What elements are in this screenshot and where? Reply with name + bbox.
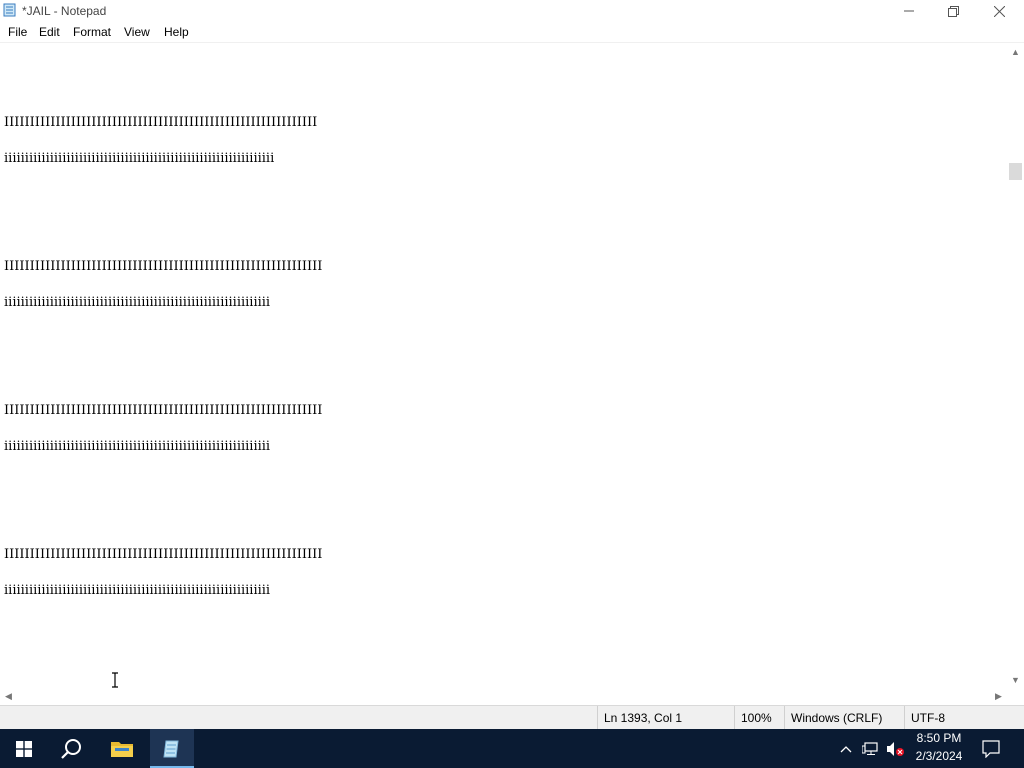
minimize-button[interactable] (886, 0, 932, 22)
title-bar: *JAIL - Notepad (0, 0, 1024, 22)
menu-help[interactable]: Help (164, 25, 189, 39)
volume-muted-icon (887, 741, 904, 756)
windows-start-icon (16, 740, 32, 757)
vertical-scrollbar[interactable]: ▲ ▼ (1007, 43, 1024, 689)
scroll-down-icon[interactable]: ▼ (1007, 673, 1024, 687)
scroll-right-icon[interactable]: ▶ (990, 689, 1007, 703)
volume-button[interactable] (884, 729, 906, 768)
text-editor[interactable]: IIIIIIIIIIIIIIIIIIIIIIIIIIIIIIIIIIIIIIII… (0, 43, 1007, 689)
chevron-up-icon (840, 745, 852, 752)
status-encoding: UTF-8 (904, 706, 1021, 730)
editor-line: iiiiiiiiiiiiiiiiiiiiiiiiiiiiiiiiiiiiiiii… (4, 583, 271, 598)
status-zoom: 100% (734, 706, 785, 730)
start-button[interactable] (0, 729, 48, 768)
notepad-app-icon[interactable] (3, 3, 17, 17)
taskbar: 8:50 PM 2/3/2024 (0, 729, 1024, 768)
close-icon (993, 5, 1005, 17)
action-center-button[interactable] (976, 729, 1006, 768)
scroll-left-icon[interactable]: ◀ (0, 689, 17, 703)
text-cursor-icon (112, 672, 118, 688)
notepad-taskbar-button[interactable] (150, 729, 194, 768)
minimize-icon (904, 10, 914, 12)
menu-file[interactable]: File (8, 25, 27, 39)
network-icon (862, 741, 878, 755)
clock-date[interactable]: 2/3/2024 (910, 749, 968, 763)
vertical-scroll-thumb[interactable] (1009, 163, 1022, 180)
scrollbar-corner (1007, 689, 1024, 704)
editor-line: iiiiiiiiiiiiiiiiiiiiiiiiiiiiiiiiiiiiiiii… (4, 439, 271, 454)
clock-time[interactable]: 8:50 PM (910, 731, 968, 745)
notepad-icon (163, 740, 179, 757)
window-title: *JAIL - Notepad (22, 4, 107, 18)
menu-view[interactable]: View (124, 25, 150, 39)
menu-edit[interactable]: Edit (39, 25, 60, 39)
menu-bar: File Edit Format View Help (0, 22, 1024, 43)
restore-icon (947, 5, 959, 17)
file-explorer-icon (111, 741, 133, 757)
search-button[interactable] (48, 729, 96, 768)
search-icon (61, 738, 81, 759)
close-button[interactable] (976, 0, 1022, 22)
editor-line: IIIIIIIIIIIIIIIIIIIIIIIIIIIIIIIIIIIIIIII… (4, 547, 323, 562)
status-line-ending: Windows (CRLF) (784, 706, 901, 730)
editor-line: IIIIIIIIIIIIIIIIIIIIIIIIIIIIIIIIIIIIIIII… (4, 115, 318, 130)
network-button[interactable] (860, 729, 882, 768)
scroll-up-icon[interactable]: ▲ (1007, 45, 1024, 59)
editor-line: IIIIIIIIIIIIIIIIIIIIIIIIIIIIIIIIIIIIIIII… (4, 259, 323, 274)
menu-format[interactable]: Format (73, 25, 111, 39)
file-explorer-button[interactable] (98, 729, 146, 768)
restore-button[interactable] (930, 0, 976, 22)
horizontal-scrollbar[interactable]: ◀ ▶ (0, 689, 1007, 704)
status-bar: Ln 1393, Col 1 100% Windows (CRLF) UTF-8 (0, 705, 1024, 730)
notification-icon (982, 739, 1000, 758)
editor-line: iiiiiiiiiiiiiiiiiiiiiiiiiiiiiiiiiiiiiiii… (4, 151, 275, 166)
editor-line: iiiiiiiiiiiiiiiiiiiiiiiiiiiiiiiiiiiiiiii… (4, 295, 271, 310)
editor-line: IIIIIIIIIIIIIIIIIIIIIIIIIIIIIIIIIIIIIIII… (4, 403, 323, 418)
show-hidden-icons-button[interactable] (836, 729, 856, 768)
status-position: Ln 1393, Col 1 (597, 706, 732, 730)
